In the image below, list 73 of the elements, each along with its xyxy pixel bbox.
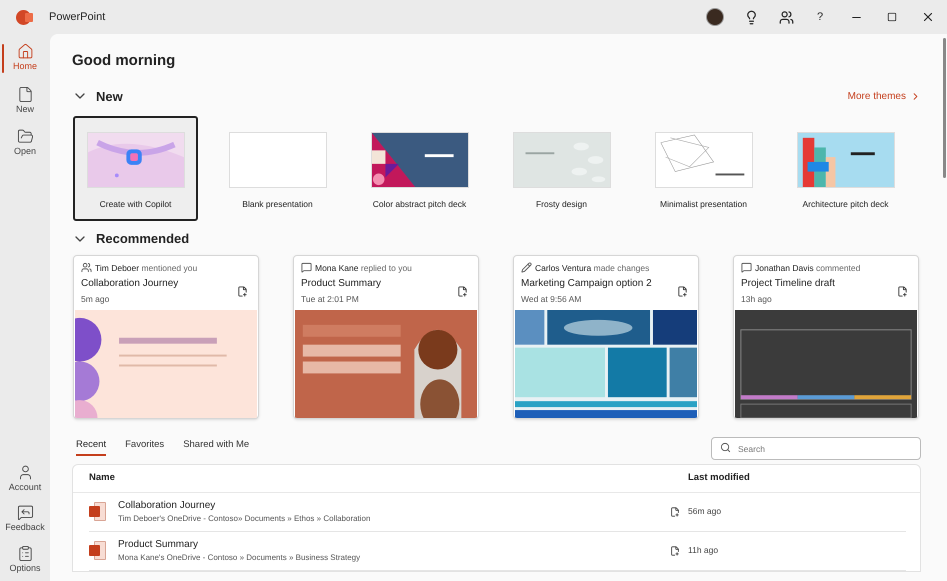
share-icon[interactable]	[670, 546, 680, 556]
template-card[interactable]: Create with Copilot	[73, 116, 198, 221]
file-time: 5m ago	[81, 293, 110, 306]
file-time: 13h ago	[741, 293, 773, 306]
activity-text: Tim Deboer mentioned you	[95, 262, 198, 274]
sidebar-item[interactable]: Account	[0, 464, 50, 494]
activity-text: Jonathan Davis commented	[755, 262, 860, 274]
app-logo-icon	[16, 10, 31, 24]
template-card[interactable]: Architecture pitch deck	[783, 116, 908, 221]
file-path: Tim Deboer's OneDrive - Contoso» Documents » Ethos » Collaboration	[118, 513, 372, 525]
section-title: New	[96, 88, 123, 106]
greeting: Good morning	[72, 51, 176, 71]
search-field[interactable]: Search	[711, 437, 921, 460]
file-time: Tue at 2:01 PM	[301, 293, 360, 306]
column-header: Last modified	[688, 470, 751, 485]
file-title: Project Timeline draft	[741, 277, 835, 292]
document-icon	[16, 86, 34, 102]
sidebar-item[interactable]: Feedback	[0, 504, 50, 534]
recommended-card[interactable]: Mona Kane replied to you Product Summary Tue at 2:01 PM	[293, 254, 479, 418]
recommended-card[interactable]: Tim Deboer mentioned you Collaboration Journey 5m ago	[73, 254, 259, 418]
feedback-icon	[16, 504, 34, 521]
comment-icon	[741, 262, 752, 274]
people-icon[interactable]	[779, 10, 794, 24]
powerpoint-file-icon	[89, 541, 106, 560]
recommended-card[interactable]: Jonathan Davis commented Project Timeline draft 13h ago	[733, 254, 919, 418]
maximize-icon[interactable]	[887, 12, 897, 22]
share-icon[interactable]	[237, 286, 248, 296]
file-row[interactable]: Product Summary Mona Kane's OneDrive - Contoso » Documents » Business Strategy 11h ago	[89, 532, 906, 570]
template-card[interactable]: Blank presentation	[215, 116, 340, 221]
file-row[interactable]: Collaboration Journey Tim Deboer's OneDrive - Contoso» Documents » Ethos » Collaboration 56m ago	[89, 492, 906, 532]
modified-time: 11h ago	[688, 544, 720, 557]
file-tab[interactable]: Recent	[76, 438, 106, 456]
people-icon	[81, 262, 92, 274]
template-card[interactable]: Minimalist presentation	[641, 116, 766, 221]
home-icon	[16, 43, 34, 60]
comment-icon	[301, 262, 312, 274]
lightbulb-icon[interactable]	[744, 10, 759, 24]
share-icon[interactable]	[457, 286, 468, 296]
sidebar-item[interactable]: Options	[0, 544, 50, 575]
share-icon[interactable]	[677, 286, 688, 296]
section-title: Recommended	[96, 230, 190, 248]
template-card[interactable]: Color abstract pitch deck	[357, 116, 482, 221]
search-icon	[720, 442, 731, 452]
powerpoint-file-icon	[89, 502, 106, 521]
sidebar-item[interactable]: New	[0, 82, 50, 119]
activity-text: Mona Kane replied to you	[315, 262, 412, 274]
sidebar-item[interactable]: Open	[0, 125, 50, 162]
activity-text: Carlos Ventura made changes	[535, 262, 650, 274]
clipboard-icon	[16, 544, 34, 562]
file-name: Product Summary	[118, 538, 200, 552]
more-themes-link[interactable]: More themes	[848, 88, 921, 104]
file-title: Marketing Campaign option 2	[521, 277, 652, 292]
sidebar-item[interactable]: Home	[0, 40, 50, 76]
share-icon[interactable]	[670, 506, 680, 516]
modified-time: 56m ago	[688, 505, 722, 518]
file-time: Wed at 9:56 AM	[521, 293, 582, 306]
file-tab[interactable]: Favorites	[125, 438, 164, 456]
recommended-card[interactable]: Carlos Ventura made changes Marketing Campaign option 2 Wed at 9:56 AM	[513, 254, 699, 418]
file-title: Collaboration Journey	[81, 277, 178, 292]
template-card[interactable]: Frosty design	[499, 116, 624, 221]
share-icon[interactable]	[897, 286, 908, 296]
file-path: Mona Kane's OneDrive - Contoso » Documents » Business Strategy	[118, 552, 362, 564]
folder-icon	[16, 128, 34, 145]
file-tab[interactable]: Shared with Me	[183, 438, 250, 456]
scrollbar[interactable]	[943, 38, 946, 178]
help-button[interactable]: ?	[814, 8, 826, 26]
avatar-icon[interactable]	[706, 8, 724, 26]
window-title: PowerPoint	[49, 10, 106, 25]
file-title: Product Summary	[301, 277, 382, 292]
file-name: Collaboration Journey	[118, 499, 216, 513]
column-header: Name	[89, 470, 116, 485]
close-icon[interactable]	[921, 10, 935, 24]
pencil-icon	[521, 262, 532, 274]
